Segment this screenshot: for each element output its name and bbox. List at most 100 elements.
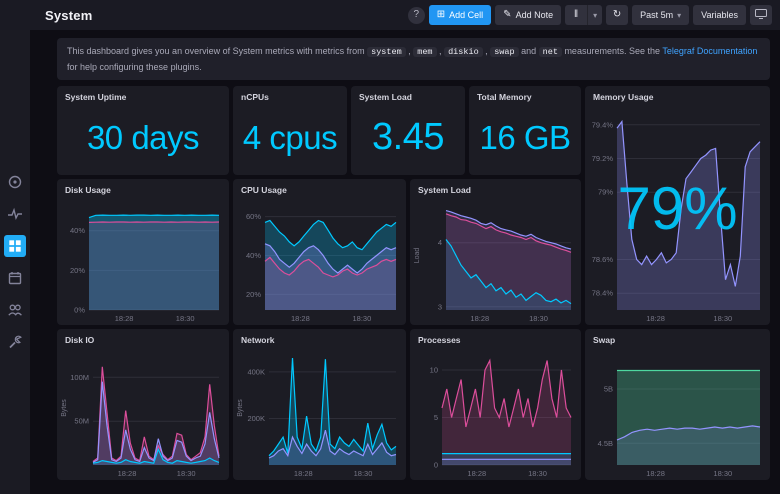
stat-value: 4 cpus [242, 118, 338, 156]
disk-usage-chart[interactable]: 0% 20% 40% 18:28 18:30 [59, 195, 227, 323]
cell-disk-usage: Disk Usage 0% 20% 40% 18:28 18:30 [57, 179, 229, 325]
banner-code-chip: diskio [444, 47, 483, 57]
caret-down-icon: ▾ [677, 10, 682, 20]
help-button[interactable]: ? [407, 6, 425, 24]
disk-io-chart[interactable]: 50M 100M 18:28 18:30 Bytes [59, 345, 227, 478]
svg-text:18:30: 18:30 [177, 469, 196, 478]
chart-svg: 0% 20% 40% 18:28 18:30 [70, 214, 220, 323]
dashboard-page: System ? ⊞ Add Cell ✎ Add Note ‖ ▾ ↻ Pas… [0, 0, 780, 494]
cell-title[interactable]: System Load [410, 179, 581, 195]
svg-text:18:30: 18:30 [176, 314, 195, 323]
cell-title[interactable]: Processes [410, 329, 581, 345]
chart-svg: 3 4 18:28 18:30 Load [414, 210, 572, 323]
sidebar-item-dashboards[interactable] [4, 235, 26, 257]
variables-button[interactable]: Variables [693, 5, 746, 25]
svg-text:18:28: 18:28 [646, 314, 665, 323]
chart-svg: 79.4% 79.2% 79% 78.6% 78.4% 18:28 18:30 [592, 119, 761, 323]
sidebar-item-data-explorer[interactable] [4, 203, 26, 225]
cell-title[interactable]: Memory Usage [585, 86, 770, 102]
alerts-icon [7, 270, 23, 286]
chart-svg: 5B 4.5B 18:28 18:30 [598, 369, 761, 478]
cell-disk-io: Disk IO 50M 100M 18:28 18:30 Bytes [57, 329, 229, 480]
cell-ncpus: nCPUs 4 cpus [233, 86, 347, 175]
add-cell-button[interactable]: ⊞ Add Cell [428, 5, 492, 25]
svg-text:50M: 50M [74, 417, 89, 426]
config-icon [7, 334, 23, 350]
page-title: System [45, 7, 93, 23]
memory-usage-chart[interactable]: 79.4% 79.2% 79% 78.6% 78.4% 18:28 18:30 [587, 102, 768, 323]
refresh-icon: ↻ [612, 9, 622, 20]
svg-text:0%: 0% [74, 306, 85, 315]
svg-text:200K: 200K [247, 414, 265, 423]
add-note-label: Add Note [515, 10, 554, 20]
svg-text:18:28: 18:28 [646, 469, 665, 478]
svg-text:18:30: 18:30 [713, 469, 732, 478]
add-note-icon: ✎ [503, 9, 512, 20]
swap-chart[interactable]: 5B 4.5B 18:28 18:30 [587, 345, 768, 478]
cell-system-load-stat: System Load 3.45 [351, 86, 465, 175]
svg-text:18:30: 18:30 [353, 314, 372, 323]
system-load-chart[interactable]: 3 4 18:28 18:30 Load [412, 195, 579, 323]
svg-text:10: 10 [430, 366, 438, 375]
dashboards-icon [8, 239, 22, 253]
caret-down-icon: ▾ [593, 10, 598, 20]
cell-title[interactable]: CPU Usage [233, 179, 406, 195]
dashboard-note-banner: This dashboard gives you an overview of … [57, 38, 770, 80]
stat-value: 3.45 [372, 116, 444, 158]
pause-button[interactable]: ‖ [565, 5, 588, 25]
help-icon: ? [413, 9, 420, 20]
cell-processes: Processes 0 5 10 18:28 18:30 [410, 329, 581, 480]
add-cell-label: Add Cell [449, 10, 484, 20]
stat-value: 16 GB [479, 118, 571, 156]
autorefresh-dropdown-button[interactable]: ▾ [587, 5, 603, 25]
svg-text:20%: 20% [246, 290, 261, 299]
cell-system-load-chart: System Load 3 4 18:28 18:30 Load [410, 179, 581, 325]
svg-text:60%: 60% [246, 212, 261, 221]
cell-title[interactable]: Disk IO [57, 329, 229, 345]
svg-text:18:28: 18:28 [118, 469, 137, 478]
cell-title[interactable]: Network [233, 329, 406, 345]
svg-text:3: 3 [438, 302, 442, 311]
svg-text:5: 5 [434, 413, 438, 422]
autorefresh-group: ‖ ▾ [565, 5, 603, 25]
svg-text:400K: 400K [247, 367, 265, 376]
banner-text: for help configuring these plugins. [67, 61, 202, 72]
time-range-label: Past 5m [640, 10, 674, 20]
svg-text:18:30: 18:30 [528, 469, 547, 478]
processes-chart[interactable]: 0 5 10 18:28 18:30 [412, 345, 579, 478]
sidebar-item-alerts[interactable] [4, 267, 26, 289]
banner-code-chip: mem [413, 47, 437, 57]
sidebar-nav [0, 30, 30, 494]
sidebar-item-status[interactable] [4, 171, 26, 193]
sidebar-item-admin[interactable] [4, 299, 26, 321]
stat-value: 30 days [86, 118, 200, 156]
banner-text: measurements. See the [561, 46, 663, 56]
cell-title[interactable]: Swap [585, 329, 770, 345]
svg-text:Bytes: Bytes [61, 399, 68, 417]
variables-label: Variables [701, 10, 738, 20]
banner-text: This dashboard gives you an overview of … [67, 46, 368, 56]
refresh-button[interactable]: ↻ [606, 5, 629, 25]
cell-cpu-usage: CPU Usage 20% 40% 60% 18:28 18:30 [233, 179, 406, 325]
svg-text:18:28: 18:28 [291, 314, 310, 323]
svg-text:Bytes: Bytes [237, 399, 244, 417]
cpu-usage-chart[interactable]: 20% 40% 60% 18:28 18:30 [235, 195, 404, 323]
svg-text:18:28: 18:28 [115, 314, 134, 323]
cell-title[interactable]: Disk Usage [57, 179, 229, 195]
banner-code-chip: system [367, 47, 406, 57]
network-chart[interactable]: 200K 400K 18:28 18:30 Bytes [235, 345, 404, 478]
svg-text:18:28: 18:28 [294, 469, 313, 478]
admin-icon [7, 302, 23, 318]
cell-total-memory: Total Memory 16 GB [469, 86, 581, 175]
svg-text:20%: 20% [70, 266, 85, 275]
cell-network: Network 200K 400K 18:28 18:30 Bytes [233, 329, 406, 480]
chart-svg: 0 5 10 18:28 18:30 [430, 358, 572, 478]
presentation-mode-button[interactable] [750, 5, 772, 25]
sidebar-item-config[interactable] [4, 331, 26, 353]
svg-text:40%: 40% [70, 226, 85, 235]
time-range-dropdown[interactable]: Past 5m ▾ [632, 5, 690, 25]
add-note-button[interactable]: ✎ Add Note [495, 5, 562, 25]
telegraf-docs-link[interactable]: Telegraf Documentation [662, 46, 757, 56]
banner-text: , [436, 46, 445, 56]
cell-swap: Swap 5B 4.5B 18:28 18:30 [585, 329, 770, 480]
